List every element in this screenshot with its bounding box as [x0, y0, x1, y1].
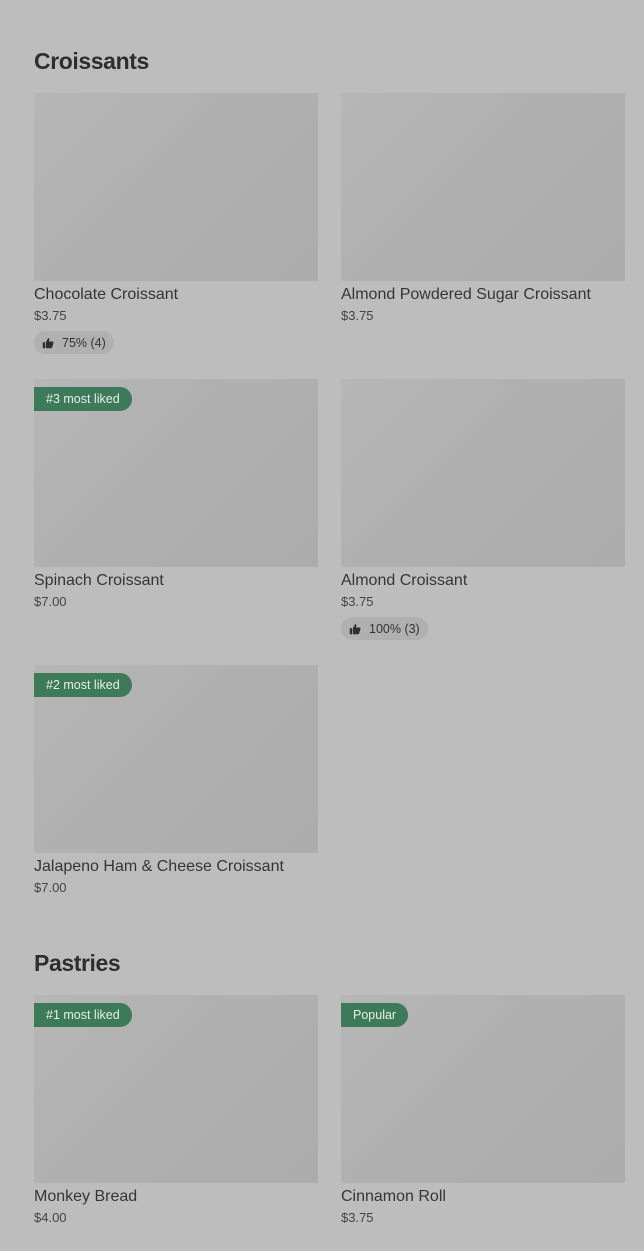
item-name: Jalapeno Ham & Cheese Croissant: [34, 858, 284, 875]
item-image: [341, 93, 625, 281]
menu-item-almond-powdered-sugar-croissant[interactable]: Almond Powdered Sugar Croissant $3.75: [341, 93, 625, 324]
item-price: $3.75: [341, 1210, 374, 1225]
item-name: Spinach Croissant: [34, 572, 164, 589]
item-image: [34, 93, 318, 281]
item-price: $7.00: [34, 594, 67, 609]
menu-page: Croissants Chocolate Croissant $3.75 75%…: [0, 0, 644, 1251]
item-price: $7.00: [34, 880, 67, 895]
rating-text: 100% (3): [369, 621, 420, 636]
item-name: Almond Powdered Sugar Croissant: [341, 286, 591, 303]
menu-item-chocolate-croissant[interactable]: Chocolate Croissant $3.75 75% (4): [34, 93, 318, 354]
most-liked-badge: #3 most liked: [34, 387, 132, 411]
rating-badge: 75% (4): [34, 331, 114, 354]
menu-item-almond-croissant[interactable]: Almond Croissant $3.75 100% (3): [341, 379, 625, 640]
most-liked-badge: #1 most liked: [34, 1003, 132, 1027]
item-price: $3.75: [341, 594, 374, 609]
item-name: Cinnamon Roll: [341, 1188, 446, 1205]
thumbs-up-icon: [349, 623, 361, 634]
item-image: Popular: [341, 995, 625, 1183]
item-image: #3 most liked: [34, 379, 318, 567]
rating-badge: 100% (3): [341, 617, 428, 640]
menu-item-spinach-croissant[interactable]: #3 most liked Spinach Croissant $7.00: [34, 379, 318, 610]
item-image: #2 most liked: [34, 665, 318, 853]
item-name: Chocolate Croissant: [34, 286, 179, 303]
item-image: #1 most liked: [34, 995, 318, 1183]
menu-item-jalapeno-ham-cheese-croissant[interactable]: #2 most liked Jalapeno Ham & Cheese Croi…: [34, 665, 318, 896]
menu-item-monkey-bread[interactable]: #1 most liked Monkey Bread $4.00: [34, 995, 318, 1226]
item-price: $3.75: [34, 308, 67, 323]
item-name: Monkey Bread: [34, 1188, 138, 1205]
popular-badge: Popular: [341, 1003, 409, 1027]
item-name: Almond Croissant: [341, 572, 468, 589]
section-title-pastries: Pastries: [34, 950, 121, 976]
rating-text: 75% (4): [62, 335, 106, 350]
section-title-croissants: Croissants: [34, 48, 149, 74]
menu-item-cinnamon-roll[interactable]: Popular Cinnamon Roll $3.75: [341, 995, 625, 1226]
most-liked-badge: #2 most liked: [34, 673, 132, 697]
item-price: $3.75: [341, 308, 374, 323]
item-price: $4.00: [34, 1210, 67, 1225]
thumbs-up-icon: [42, 337, 54, 348]
item-image: [341, 379, 625, 567]
